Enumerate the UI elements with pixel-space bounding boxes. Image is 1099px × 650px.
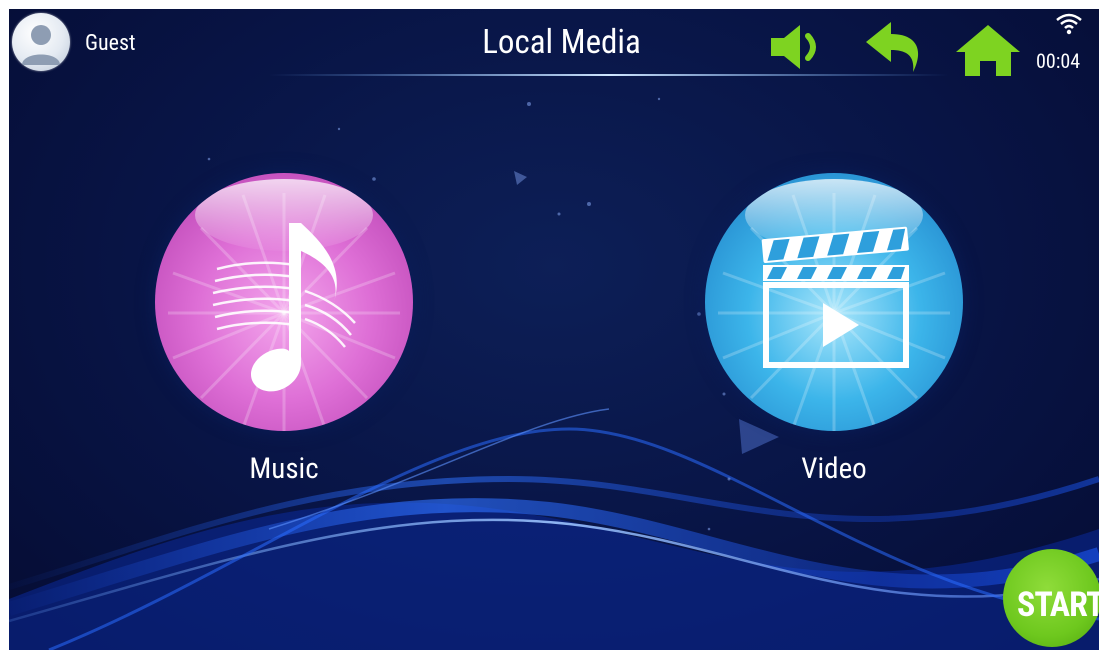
wifi-icon <box>1056 13 1082 35</box>
home-icon <box>956 25 1020 76</box>
user-name: Guest <box>85 31 136 56</box>
music-note-icon <box>212 223 356 392</box>
header-glow-line <box>269 74 949 76</box>
back-button[interactable] <box>863 20 933 76</box>
speaker-icon <box>771 25 816 69</box>
clapperboard-play-icon <box>761 226 909 368</box>
local-media-screen: Guest Local Media 00:04 Music Video STAR… <box>9 9 1099 650</box>
back-arrow-icon <box>866 22 919 72</box>
start-button-label: START <box>1017 585 1099 625</box>
video-app-circle[interactable] <box>705 173 963 431</box>
page-title: Local Media <box>482 23 641 62</box>
video-app-label: Video <box>801 452 867 486</box>
header-bar: Guest Local Media 00:04 <box>9 9 1099 84</box>
music-app-circle[interactable] <box>155 173 413 431</box>
user-avatar-icon[interactable] <box>12 13 70 71</box>
music-app-label: Music <box>249 452 319 486</box>
clock-time: 00:04 <box>1036 49 1081 73</box>
volume-button[interactable] <box>766 22 836 72</box>
home-button[interactable] <box>954 22 1024 78</box>
